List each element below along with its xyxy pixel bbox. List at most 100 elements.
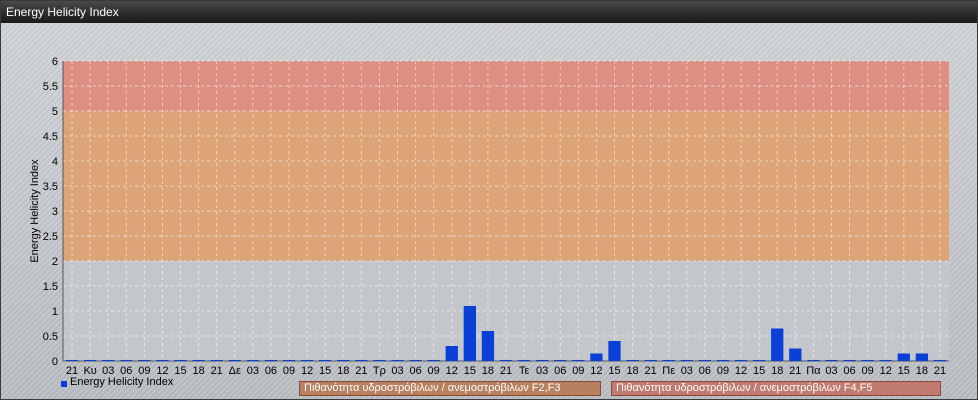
x-tick-label: 21: [789, 365, 801, 377]
x-tick-label: 21: [355, 365, 367, 377]
legend-label-series: Energy Helicity Index: [70, 376, 174, 388]
x-tick-label: 18: [916, 365, 928, 377]
x-tick-label: 12: [590, 365, 602, 377]
y-tick-label: 5.5: [43, 81, 58, 93]
x-tick-label: 15: [174, 365, 186, 377]
bar-21: [445, 346, 458, 361]
y-tick-label: 0.5: [43, 331, 58, 343]
bar-5: [156, 360, 169, 361]
bar-46: [897, 353, 910, 361]
x-tick-label: Πε: [662, 365, 675, 377]
x-tick-label: 09: [572, 365, 584, 377]
bar-26: [536, 360, 549, 361]
x-tick-label: 03: [391, 365, 403, 377]
x-tick-label: Πα: [806, 365, 821, 377]
bar-28: [572, 360, 585, 361]
x-tick-label: 03: [681, 365, 693, 377]
bar-2: [102, 360, 115, 361]
bar-13: [300, 360, 314, 361]
bar-7: [192, 360, 205, 361]
bar-0: [65, 360, 79, 361]
bar-16: [355, 360, 368, 361]
x-tick-label: 18: [337, 365, 349, 377]
bar-39: [771, 328, 784, 361]
bar-18: [391, 360, 404, 361]
bar-29: [590, 353, 603, 361]
x-tick-label: 18: [626, 365, 638, 377]
bar-38: [752, 360, 766, 361]
bar-45: [879, 360, 892, 361]
bar-32: [644, 360, 657, 361]
bar-20: [427, 360, 440, 361]
bar-8: [210, 360, 223, 361]
bar-14: [319, 360, 332, 361]
x-tick-label: 06: [843, 365, 855, 377]
x-tick-label: 12: [735, 365, 747, 377]
bar-3: [120, 360, 133, 361]
x-tick-label: 12: [880, 365, 892, 377]
bar-24: [499, 360, 513, 361]
x-tick-label: 18: [482, 365, 494, 377]
x-tick-label: 18: [192, 365, 204, 377]
x-tick-label: 06: [409, 365, 421, 377]
bar-42: [825, 360, 838, 361]
x-tick-label: 09: [428, 365, 440, 377]
x-tick-label: 12: [301, 365, 313, 377]
bar-47: [915, 353, 929, 361]
bar-9: [228, 360, 241, 361]
x-tick-label: 18: [771, 365, 783, 377]
chart-window: Energy Helicity Index 0 0.5 1 1.5 2 2.5 3 3.5 4 4…: [0, 0, 978, 400]
bar-15: [337, 360, 350, 361]
bar-40: [789, 348, 802, 361]
x-tick-label: 15: [898, 365, 910, 377]
x-tick-label: 21: [645, 365, 657, 377]
bar-22: [463, 306, 476, 361]
y-tick-label: 3.5: [43, 181, 58, 193]
y-tick-label: 4.5: [43, 131, 58, 143]
bar-36: [716, 360, 730, 361]
x-tick-label: 12: [446, 365, 458, 377]
bar-30: [608, 341, 621, 361]
x-tick-label: 09: [283, 365, 295, 377]
x-tick-label: 15: [319, 365, 331, 377]
y-axis-title: Energy Helicity Index: [29, 159, 41, 263]
y-tick-label: 1: [52, 306, 58, 318]
x-tick-label: 06: [554, 365, 566, 377]
chart-svg: 00.511.522.533.544.555.5621 Κυ 03 06 09 12 15 1…: [29, 56, 949, 377]
bar-37: [734, 360, 748, 361]
bar-12: [282, 360, 296, 361]
bar-25: [517, 360, 531, 361]
bar-35: [698, 360, 712, 361]
x-tick-label: 15: [608, 365, 620, 377]
bar-27: [554, 360, 567, 361]
x-tick-label: 21: [500, 365, 512, 377]
y-tick-label: 1.5: [43, 281, 58, 293]
y-tick-label: 6: [52, 56, 58, 68]
x-tick-label: 09: [717, 365, 729, 377]
bar-41: [807, 360, 820, 361]
x-tick-label: 06: [699, 365, 711, 377]
x-tick-label: 03: [247, 365, 259, 377]
bar-34: [680, 360, 693, 361]
y-tick-label: 3: [52, 206, 58, 218]
x-tick-label: Τε: [519, 365, 530, 377]
bar-17: [373, 360, 386, 361]
legend-band-f2f3: Πιθανότητα υδροστρόβιλων / ανεμοστρόβιλω…: [299, 381, 601, 396]
bar-6: [174, 360, 187, 361]
x-tick-label: 21: [934, 365, 946, 377]
y-tick-label: 2: [52, 256, 58, 268]
bar-44: [861, 360, 874, 361]
y-tick-label: 2.5: [43, 231, 58, 243]
bar-4: [138, 360, 151, 361]
x-tick-label: 15: [753, 365, 765, 377]
legend-band-f4f5: Πιθανότητα υδροστρόβιλων / ανεμοστρόβιλω…: [611, 381, 941, 396]
x-tick-label: Δε: [229, 365, 241, 377]
x-tick-label: 09: [862, 365, 874, 377]
y-tick-label: 5: [52, 106, 58, 118]
x-tick-label: Τρ: [373, 365, 386, 377]
bar-31: [626, 360, 639, 361]
bar-19: [409, 360, 422, 361]
bar-33: [662, 360, 675, 361]
bar-23: [481, 331, 495, 361]
y-tick-label: 4: [52, 156, 58, 168]
